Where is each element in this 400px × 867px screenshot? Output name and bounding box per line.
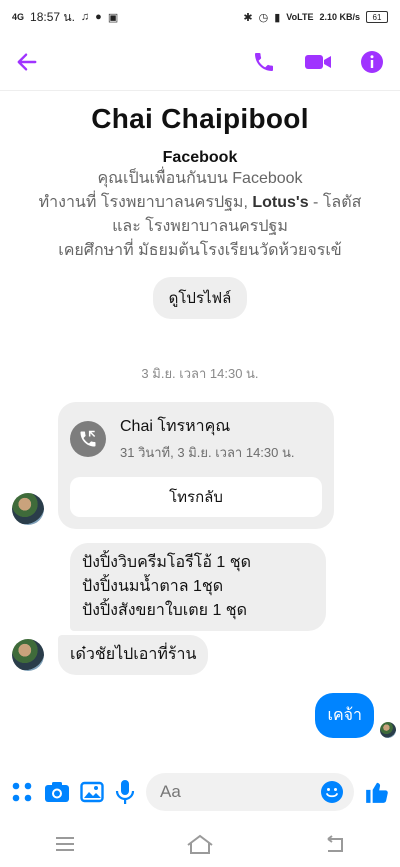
work-info: ทำงานที่ โรงพยาบาลนครปฐม, Lotus's - โลตั…: [0, 191, 400, 215]
phone-icon[interactable]: [252, 50, 276, 74]
battery-level: 61: [372, 12, 382, 22]
line-notification-icon: ▣: [107, 11, 119, 24]
message-row: เด๋วชัยไปเอาที่ร้าน: [0, 635, 400, 675]
call-card: Chai โทรหาคุณ 31 วินาที, 3 มิ.ย. เวลา 14…: [58, 402, 334, 529]
alarm-icon: ◷: [258, 11, 269, 24]
recents-menu-icon[interactable]: [54, 836, 76, 852]
education-info: เคยศึกษาที่ มัธยมต้นโรงเรียนวัดห้วยจรเข้: [58, 242, 342, 259]
message-line: ปังปิ้งวิบครีมโอรีโอ้ 1 ชุด: [82, 554, 251, 571]
profile-intro: Chai Chaipibool Facebook คุณเป็นเพื่อนกั…: [0, 91, 400, 319]
status-left: 4G 18:57 น. ♫ ● ▣: [12, 8, 118, 27]
message-composer: Aa: [0, 768, 400, 816]
emoji-icon[interactable]: [320, 780, 344, 804]
back-nav-icon[interactable]: [324, 835, 346, 853]
vibrate-icon: ▮: [274, 11, 281, 24]
message-row: ปังปิ้งวิบครีมโอรีโอ้ 1 ชุด ปังปิ้งนมน้ำ…: [0, 543, 400, 631]
clock: 18:57 น.: [30, 9, 75, 24]
call-text: Chai โทรหาคุณ 31 วินาที, 3 มิ.ย. เวลา 14…: [120, 414, 294, 463]
bluetooth-icon: ✱: [243, 11, 253, 24]
call-info: Chai โทรหาคุณ 31 วินาที, 3 มิ.ย. เวลา 14…: [70, 414, 322, 463]
home-icon[interactable]: [185, 833, 215, 855]
status-bar: 4G 18:57 น. ♫ ● ▣ ✱ ◷ ▮ VoLTE 2.10 KB/s …: [0, 0, 400, 34]
header-actions: [252, 50, 384, 74]
friendship-status: คุณเป็นเพื่อนกันบน Facebook: [97, 170, 303, 187]
call-title: Chai โทรหาคุณ: [120, 418, 231, 435]
chat-header: [0, 34, 400, 91]
work-prefix: ทำงานที่ โรงพยาบาลนครปฐม,: [38, 194, 253, 211]
incoming-message-bubble[interactable]: ปังปิ้งวิบครีมโอรีโอ้ 1 ชุด ปังปิ้งนมน้ำ…: [70, 543, 326, 631]
work-suffix: - โลตัส: [308, 194, 362, 211]
video-camera-icon[interactable]: [304, 50, 332, 74]
battery-icon: 61: [366, 11, 388, 23]
call-detail: 31 วินาที, 3 มิ.ย. เวลา 14:30 น.: [120, 445, 295, 460]
view-profile-button[interactable]: ดูโปรไฟล์: [152, 277, 248, 319]
messenger-notification-icon: ●: [95, 11, 102, 23]
avatar[interactable]: [12, 639, 44, 671]
music-icon: ♫: [80, 11, 90, 23]
incoming-message-bubble[interactable]: เด๋วชัยไปเอาที่ร้าน: [58, 635, 209, 675]
camera-icon[interactable]: [44, 780, 70, 804]
system-nav-bar: [0, 824, 400, 864]
call-back-button[interactable]: โทรกลับ: [70, 477, 322, 517]
avatar[interactable]: [12, 493, 44, 525]
work-info-line2: และ โรงพยาบาลนครปฐม: [112, 218, 288, 235]
gallery-icon[interactable]: [80, 780, 104, 804]
missed-call-icon: [70, 420, 106, 457]
status-right: ✱ ◷ ▮ VoLTE 2.10 KB/s 61: [243, 11, 388, 24]
arrow-left-icon[interactable]: [16, 51, 38, 73]
message-input[interactable]: Aa: [146, 773, 354, 811]
read-receipt-avatar: [380, 722, 396, 738]
info-icon[interactable]: [360, 50, 384, 74]
outgoing-message-bubble[interactable]: เคจ้า: [315, 693, 374, 738]
message-line: ปังปิ้งสังขยาใบเตย 1 ชุด: [82, 602, 248, 619]
profile-source: Facebook: [162, 149, 238, 166]
work-bold: Lotus's: [252, 194, 309, 211]
outgoing-row: เคจ้า: [0, 693, 400, 738]
thumbs-up-icon[interactable]: [364, 779, 390, 805]
message-line: ปังปิ้งนมน้ำตาล 1ชุด: [82, 578, 224, 595]
volte-label: VoLTE: [286, 12, 314, 22]
carrier-label: 4G: [12, 12, 25, 22]
message-placeholder: Aa: [160, 782, 181, 801]
message-timestamp: 3 มิ.ย. เวลา 14:30 น.: [141, 366, 259, 381]
microphone-icon[interactable]: [114, 779, 136, 805]
contact-name: Chai Chaipibool: [91, 103, 309, 134]
call-row: Chai โทรหาคุณ 31 วินาที, 3 มิ.ย. เวลา 14…: [0, 402, 400, 529]
menu-grid-icon[interactable]: [10, 780, 34, 804]
network-speed: 2.10 KB/s: [319, 12, 360, 22]
